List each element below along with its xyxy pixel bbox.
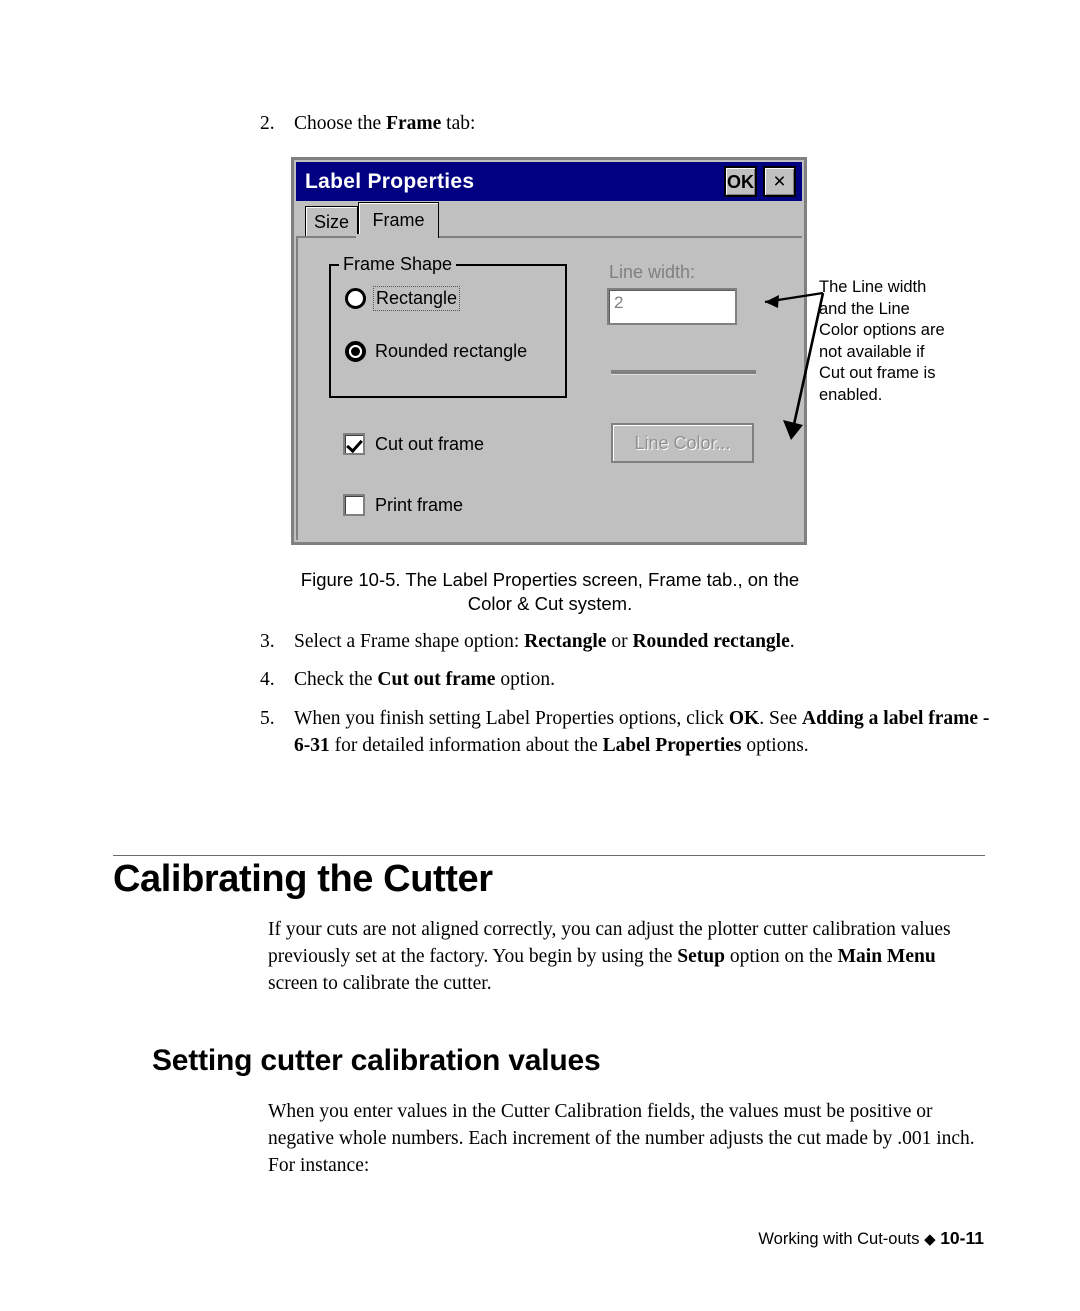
footer-label: Working with Cut-outs (758, 1230, 920, 1248)
step-4: 4. Check the Cut out frame option. (260, 666, 1000, 693)
radio-rectangle-icon[interactable] (345, 288, 366, 309)
line-width-input[interactable]: 2 (607, 288, 737, 325)
page-number: 10-11 (940, 1228, 984, 1248)
dialog-body: Frame Shape Rectangle Rounded rectangle … (296, 238, 802, 540)
step-2-number: 2. (260, 113, 275, 134)
subsection-title: Setting cutter calibration values (152, 1044, 601, 1077)
checkbox-row-print-frame[interactable]: Print frame (343, 494, 463, 516)
figure-caption-line-1: Figure 10-5. The Label Properties screen… (300, 569, 800, 590)
step-2: 2. Choose the Frame tab: (260, 110, 880, 137)
tab-frame[interactable]: Frame (358, 202, 439, 238)
line-width-label: Line width: (609, 262, 696, 282)
active-tab-notch (356, 234, 437, 239)
radio-row-rectangle[interactable]: Rectangle (345, 286, 461, 311)
close-icon[interactable]: × (763, 166, 796, 197)
line-color-button[interactable]: Line Color... (611, 423, 754, 463)
checkbox-print-frame-label: Print frame (375, 494, 464, 515)
callout-note: The Line width and the Line Color option… (819, 278, 945, 404)
figure-caption: Figure 10-5. The Label Properties screen… (260, 568, 840, 616)
step-5-text: When you finish setting Label Properties… (294, 708, 990, 756)
section-divider (611, 370, 756, 374)
step-4-text: Check the Cut out frame option. (294, 669, 556, 690)
checkbox-cut-out-frame-icon[interactable] (343, 433, 365, 455)
step-2-text: Choose the Frame tab: (294, 113, 476, 134)
step-4-number: 4. (260, 669, 275, 690)
checkbox-cut-out-frame-label: Cut out frame (375, 433, 485, 454)
tab-size[interactable]: Size (305, 206, 358, 237)
figure-caption-line-2: Color & Cut system. (467, 593, 633, 614)
step-5-number: 5. (260, 708, 275, 729)
step-3-text: Select a Frame shape option: Rectangle o… (294, 631, 795, 652)
radio-rounded-rectangle-icon[interactable] (345, 341, 366, 362)
ok-button[interactable]: OK (724, 166, 757, 197)
frame-shape-group-title: Frame Shape (339, 254, 457, 275)
step-5: 5. When you finish setting Label Propert… (260, 705, 992, 759)
dialog-title: Label Properties (305, 169, 475, 193)
dialog-tabstrip: Size Frame (296, 201, 802, 238)
section-divider-rule (113, 855, 985, 856)
frame-shape-group: Frame Shape Rectangle Rounded rectangle (329, 254, 567, 398)
checkbox-print-frame-icon[interactable] (343, 494, 365, 516)
radio-row-rounded-rectangle[interactable]: Rounded rectangle (345, 341, 527, 362)
radio-rectangle-label: Rectangle (372, 286, 461, 311)
label-properties-dialog[interactable]: Label Properties OK × Size Frame Frame S… (291, 157, 807, 545)
paragraph-calibrating: If your cuts are not aligned correctly, … (268, 919, 951, 994)
diamond-icon: ◆ (924, 1231, 936, 1248)
page-title: Calibrating the Cutter (113, 858, 493, 900)
page-footer: Working with Cut-outs ◆ 10-11 (758, 1228, 984, 1249)
step-3: 3. Select a Frame shape option: Rectangl… (260, 628, 1000, 655)
radio-rounded-rectangle-label: Rounded rectangle (375, 341, 528, 361)
dialog-titlebar: Label Properties OK × (296, 162, 802, 201)
paragraph-setting: When you enter values in the Cutter Cali… (268, 1101, 975, 1176)
step-3-number: 3. (260, 631, 275, 652)
checkbox-row-cut-out-frame[interactable]: Cut out frame (343, 433, 484, 455)
